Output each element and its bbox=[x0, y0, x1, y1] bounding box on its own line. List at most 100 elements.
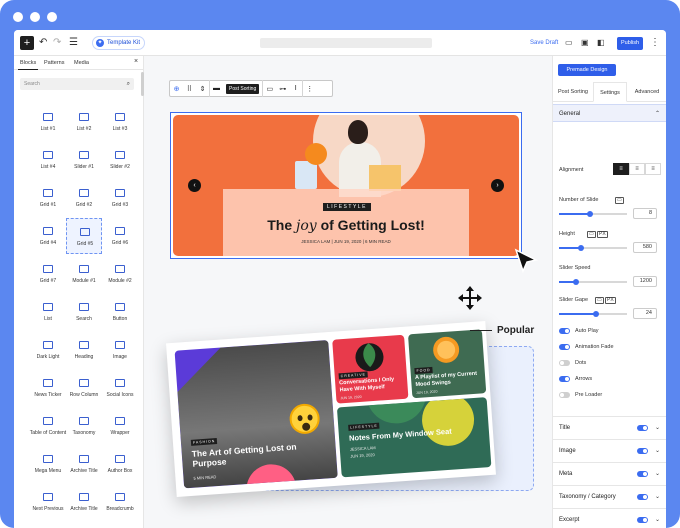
grid-post-2[interactable]: CREATIVE Conversations I Only Have With … bbox=[332, 334, 409, 404]
save-draft-button[interactable]: Save Draft bbox=[530, 40, 558, 46]
block-item[interactable]: Slider #2 bbox=[102, 142, 138, 178]
block-item[interactable]: Grid #1 bbox=[30, 180, 66, 216]
move-updown-icon[interactable]: ⇕ bbox=[196, 85, 209, 93]
block-item[interactable]: Dark Light bbox=[30, 332, 66, 368]
section-toggle[interactable] bbox=[637, 425, 648, 431]
block-item[interactable]: Module #2 bbox=[102, 256, 138, 292]
slider-next-arrow[interactable]: › bbox=[491, 179, 504, 192]
slider-prev-arrow[interactable]: ‹ bbox=[188, 179, 201, 192]
responsive-icon[interactable]: ▭ bbox=[587, 231, 596, 238]
align-icon[interactable]: ▬ bbox=[210, 85, 223, 92]
block-item[interactable]: Heading bbox=[66, 332, 102, 368]
grid-post-3[interactable]: FOOD A Playlist of my Current Mood Swing… bbox=[407, 329, 487, 399]
height-input[interactable]: 580 bbox=[633, 242, 657, 253]
block-item[interactable]: Grid #3 bbox=[102, 180, 138, 216]
block-item[interactable]: Grid #6 bbox=[102, 218, 138, 254]
settings-section[interactable]: Title ⌄ bbox=[553, 416, 666, 438]
settings-section[interactable]: Meta ⌄ bbox=[553, 462, 666, 484]
list-view-icon[interactable]: ☰ bbox=[69, 36, 78, 50]
responsive-icon[interactable]: ▭ bbox=[595, 297, 604, 304]
chevron-down-icon[interactable]: ⌄ bbox=[655, 509, 660, 528]
block-item[interactable]: Image bbox=[102, 332, 138, 368]
block-item[interactable]: List #2 bbox=[66, 104, 102, 140]
post-grid-card[interactable]: FASHION The Art of Getting Lost on Purpo… bbox=[166, 321, 496, 497]
block-item[interactable]: Grid #2 bbox=[66, 180, 102, 216]
chevron-down-icon[interactable]: ⌄ bbox=[655, 440, 660, 462]
more-options-icon[interactable]: ⋮ bbox=[650, 36, 660, 50]
publish-button[interactable]: Publish bbox=[617, 37, 643, 50]
block-item[interactable]: List #1 bbox=[30, 104, 66, 140]
tab-patterns[interactable]: Patterns bbox=[44, 60, 64, 66]
toggle-switch[interactable] bbox=[559, 392, 570, 398]
block-item[interactable]: Grid #4 bbox=[30, 218, 66, 254]
grid-post-4[interactable]: LIFESTYLE Notes From My Window Seat JESS… bbox=[336, 397, 492, 478]
close-icon[interactable]: × bbox=[134, 58, 138, 65]
block-item[interactable]: List bbox=[30, 294, 66, 330]
block-item[interactable]: Next Previous bbox=[30, 484, 66, 520]
align-right-button[interactable]: ≡ bbox=[645, 163, 661, 175]
align-center-button[interactable]: ≡ bbox=[629, 163, 645, 175]
section-toggle[interactable] bbox=[637, 471, 648, 477]
drag-handle-icon[interactable]: ⠿ bbox=[183, 85, 196, 93]
toggle-switch[interactable] bbox=[559, 376, 570, 382]
link-icon[interactable]: ⊶ bbox=[276, 85, 289, 93]
section-toggle[interactable] bbox=[637, 517, 648, 523]
block-item[interactable]: Row Column bbox=[66, 370, 102, 406]
block-item[interactable]: News Ticker bbox=[30, 370, 66, 406]
chevron-down-icon[interactable]: ⌄ bbox=[655, 463, 660, 485]
settings-icon[interactable]: ▭ bbox=[263, 85, 276, 93]
redo-icon[interactable]: ↷ bbox=[53, 36, 61, 50]
chevron-down-icon[interactable]: ⌄ bbox=[655, 417, 660, 439]
grid-post-1[interactable]: FASHION The Art of Getting Lost on Purpo… bbox=[174, 340, 338, 489]
block-item[interactable]: Grid #7 bbox=[30, 256, 66, 292]
slider-gap-unit[interactable]: PX bbox=[605, 297, 616, 304]
tab-media[interactable]: Media bbox=[74, 60, 89, 66]
block-item[interactable]: Slider #1 bbox=[66, 142, 102, 178]
post-sorting-button[interactable]: Post Sorting bbox=[226, 83, 260, 94]
block-type-icon[interactable]: ⊕ bbox=[170, 85, 183, 93]
undo-icon[interactable]: ↶ bbox=[39, 36, 47, 50]
block-item[interactable]: Grid #5 bbox=[66, 218, 102, 254]
section-toggle[interactable] bbox=[637, 494, 648, 500]
toggle-switch[interactable] bbox=[559, 344, 570, 350]
template-kit-button[interactable]: ✦ Template Kit bbox=[92, 36, 146, 50]
general-section-header[interactable]: General ⌃ bbox=[553, 104, 666, 122]
premade-design-button[interactable]: Premade Design bbox=[558, 64, 616, 76]
slider-gap-slider[interactable] bbox=[559, 311, 627, 317]
desktop-preview-icon[interactable]: ▭ bbox=[565, 36, 573, 50]
block-search-input[interactable]: Search ⌕ bbox=[20, 78, 134, 90]
tab-settings[interactable]: Settings bbox=[593, 82, 627, 102]
section-toggle[interactable] bbox=[637, 448, 648, 454]
settings-panel-icon[interactable]: ◧ bbox=[597, 36, 605, 50]
block-item[interactable]: List #4 bbox=[30, 142, 66, 178]
block-item[interactable]: Search bbox=[66, 294, 102, 330]
settings-section[interactable]: Excerpt ⌄ bbox=[553, 508, 666, 528]
block-item[interactable]: Button bbox=[102, 294, 138, 330]
tab-advanced[interactable]: Advanced bbox=[627, 82, 666, 102]
slide-title[interactable]: The joy of Getting Lost! bbox=[223, 217, 469, 234]
block-item[interactable]: Mega Menu bbox=[30, 446, 66, 482]
toggle-switch[interactable] bbox=[559, 360, 570, 366]
tab-blocks[interactable]: Blocks bbox=[17, 60, 39, 70]
height-slider[interactable] bbox=[559, 245, 627, 251]
settings-section[interactable]: Taxonomy / Category ⌄ bbox=[553, 485, 666, 507]
block-item[interactable]: Archive Title bbox=[66, 446, 102, 482]
block-item[interactable]: Archive Title bbox=[66, 484, 102, 520]
slider-speed-slider[interactable] bbox=[559, 279, 627, 285]
block-item[interactable]: Taxonomy bbox=[66, 408, 102, 444]
block-item[interactable]: Author Box bbox=[102, 446, 138, 482]
preview-icon[interactable]: ▣ bbox=[581, 36, 589, 50]
more-icon[interactable]: ⋮ bbox=[303, 85, 316, 93]
block-item[interactable]: Module #1 bbox=[66, 256, 102, 292]
slide-category-badge[interactable]: LIFESTYLE bbox=[323, 203, 371, 211]
block-item[interactable]: Social Icons bbox=[102, 370, 138, 406]
add-block-icon[interactable]: + bbox=[20, 36, 34, 50]
post-slider-block[interactable]: LIFESTYLE The joy of Getting Lost! JESSI… bbox=[170, 112, 522, 259]
block-item[interactable]: Table of Content bbox=[30, 408, 66, 444]
number-of-slide-input[interactable]: 8 bbox=[633, 208, 657, 219]
tab-post-sorting[interactable]: Post Sorting bbox=[553, 82, 593, 102]
slider-gap-input[interactable]: 24 bbox=[633, 308, 657, 319]
height-unit[interactable]: PX bbox=[597, 231, 608, 238]
block-item[interactable]: Wrapper bbox=[102, 408, 138, 444]
chevron-down-icon[interactable]: ⌄ bbox=[655, 486, 660, 508]
